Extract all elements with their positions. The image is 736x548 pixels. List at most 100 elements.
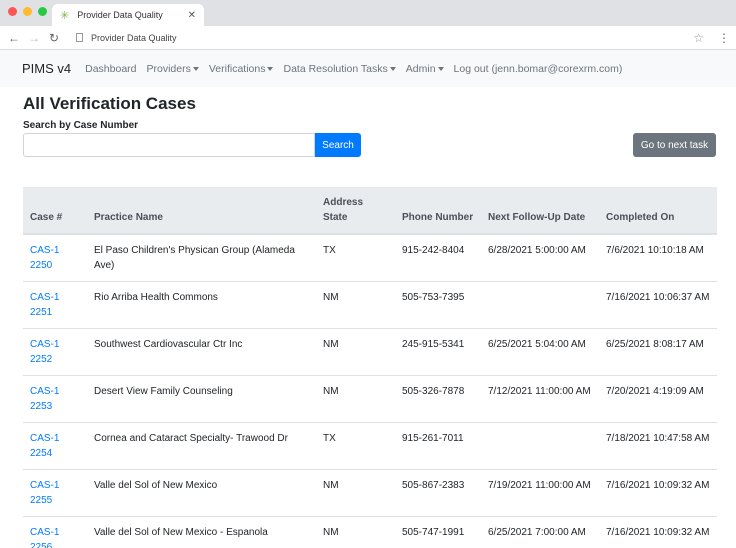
cell-address-state: NM (316, 281, 395, 329)
cell-phone-number: 505-326-7878 (395, 375, 481, 423)
browser-tab[interactable]: ✳ Provider Data Quality ✕ (52, 4, 204, 26)
window-controls (8, 7, 47, 16)
cell-phone-number: 915-261-7011 (395, 422, 481, 470)
reload-icon[interactable]: ↻ (46, 31, 62, 45)
header-address-state[interactable]: Address State (316, 187, 395, 235)
case-link[interactable]: CAS-12251 (30, 290, 60, 320)
case-link[interactable]: CAS-12254 (30, 431, 60, 461)
cell-next-followup-date: 6/28/2021 5:00:00 AM (481, 233, 599, 282)
search-label: Search by Case Number (23, 120, 139, 131)
cell-phone-number: 915-242-8404 (395, 233, 481, 282)
cell-phone-number: 505-867-2383 (395, 469, 481, 517)
cell-next-followup-date: 6/25/2021 5:04:00 AM (481, 328, 599, 376)
cell-completed-on: 6/25/2021 8:08:17 AM (599, 328, 717, 376)
cell-next-followup-date: 7/19/2021 11:00:00 AM (481, 469, 599, 517)
minimize-window-button[interactable] (23, 7, 32, 16)
tab-close-icon[interactable]: ✕ (188, 10, 196, 21)
cell-address-state: TX (316, 422, 395, 470)
caret-down-icon (389, 66, 396, 71)
nav-providers-label: Providers (146, 62, 191, 75)
case-link[interactable]: CAS-12253 (30, 384, 60, 414)
cell-completed-on: 7/16/2021 10:09:32 AM (599, 469, 717, 517)
nav-dashboard-label: Dashboard (85, 62, 137, 75)
nav-admin-label: Admin (405, 62, 436, 75)
cell-next-followup-date: 6/25/2021 7:00:00 AM (481, 516, 599, 548)
browser-menu-icon[interactable]: ⋮ (718, 31, 730, 45)
search-row: Search Go to next task (23, 133, 716, 157)
address-bar[interactable]: Provider Data Quality (76, 33, 177, 43)
table-row: CAS-12255 Valle del Sol of New Mexico NM… (23, 469, 717, 517)
header-case-number[interactable]: Case # (23, 187, 87, 235)
case-link[interactable]: CAS-12250 (30, 243, 60, 273)
main-content: All Verification Cases Search by Case Nu… (0, 94, 736, 548)
cell-next-followup-date: 7/12/2021 11:00:00 AM (481, 375, 599, 423)
cell-practice-name: Desert View Family Counseling (87, 375, 316, 423)
cell-practice-name: El Paso Children's Physican Group (Alame… (87, 233, 316, 282)
tab-title: Provider Data Quality (77, 10, 163, 20)
app-navbar: PIMS v4 Dashboard Providers Verification… (0, 50, 736, 87)
cell-address-state: NM (316, 328, 395, 376)
case-number-search-input[interactable] (23, 133, 315, 157)
table-header-row: Case # Practice Name Address State Phone… (23, 187, 717, 235)
cell-case-number: CAS-12250 (23, 233, 87, 282)
close-window-button[interactable] (8, 7, 17, 16)
cell-case-number: CAS-12256 (23, 516, 87, 548)
cell-address-state: NM (316, 469, 395, 517)
nav-logout-label: Log out (jenn.bomar@corexrm.com) (453, 62, 623, 75)
page-title: All Verification Cases (23, 94, 196, 113)
caret-down-icon (192, 66, 199, 71)
table-row: CAS-12256 Valle del Sol of New Mexico - … (23, 516, 717, 548)
cell-case-number: CAS-12253 (23, 375, 87, 423)
forward-arrow-icon[interactable]: → (26, 31, 42, 45)
cell-completed-on: 7/18/2021 10:47:58 AM (599, 422, 717, 470)
nav-dashboard[interactable]: Dashboard (85, 63, 136, 75)
cell-completed-on: 7/16/2021 10:06:37 AM (599, 281, 717, 329)
header-phone-number[interactable]: Phone Number (395, 187, 481, 235)
bookmark-star-icon[interactable]: ☆ (693, 31, 704, 45)
app-brand[interactable]: PIMS v4 (22, 61, 71, 76)
nav-logout[interactable]: Log out (jenn.bomar@corexrm.com) (454, 63, 623, 75)
cell-practice-name: Cornea and Cataract Specialty- Trawood D… (87, 422, 316, 470)
cell-phone-number: 245-915-5341 (395, 328, 481, 376)
case-link[interactable]: CAS-12256 (30, 525, 60, 548)
page-document-icon (76, 33, 83, 42)
nav-verifications[interactable]: Verifications (209, 63, 274, 75)
table-row: CAS-12253 Desert View Family Counseling … (23, 375, 717, 423)
caret-down-icon (437, 66, 444, 71)
table-row: CAS-12251 Rio Arriba Health Commons NM 5… (23, 281, 717, 329)
search-button[interactable]: Search (315, 133, 361, 157)
cell-next-followup-date (481, 422, 599, 470)
cell-phone-number: 505-747-1991 (395, 516, 481, 548)
cell-completed-on: 7/20/2021 4:19:09 AM (599, 375, 717, 423)
cell-case-number: CAS-12252 (23, 328, 87, 376)
back-arrow-icon[interactable]: ← (6, 31, 22, 45)
header-completed-on[interactable]: Completed On (599, 187, 717, 235)
cell-address-state: NM (316, 516, 395, 548)
maximize-window-button[interactable] (38, 7, 47, 16)
cell-practice-name: Southwest Cardiovascular Ctr Inc (87, 328, 316, 376)
nav-data-resolution-tasks[interactable]: Data Resolution Tasks (283, 62, 396, 75)
cell-practice-name: Valle del Sol of New Mexico - Espanola (87, 516, 316, 548)
nav-data-resolution-tasks-label: Data Resolution Tasks (283, 62, 388, 75)
cell-address-state: TX (316, 233, 395, 282)
verification-cases-table: Case # Practice Name Address State Phone… (23, 187, 717, 548)
caret-down-icon (267, 66, 274, 71)
cell-case-number: CAS-12254 (23, 422, 87, 470)
case-link[interactable]: CAS-12252 (30, 337, 60, 367)
browser-tab-strip: ✳ Provider Data Quality ✕ (0, 0, 736, 26)
go-to-next-task-button[interactable]: Go to next task (633, 133, 716, 157)
case-link[interactable]: CAS-12255 (30, 478, 60, 508)
table-row: CAS-12250 El Paso Children's Physican Gr… (23, 233, 717, 282)
cell-case-number: CAS-12251 (23, 281, 87, 329)
header-next-followup-date[interactable]: Next Follow-Up Date (481, 187, 599, 235)
nav-admin[interactable]: Admin (406, 63, 444, 75)
cell-completed-on: 7/16/2021 10:09:32 AM (599, 516, 717, 548)
table-row: CAS-12252 Southwest Cardiovascular Ctr I… (23, 328, 717, 376)
cell-phone-number: 505-753-7395 (395, 281, 481, 329)
nav-verifications-label: Verifications (208, 62, 266, 75)
cell-case-number: CAS-12255 (23, 469, 87, 517)
cell-practice-name: Valle del Sol of New Mexico (87, 469, 316, 517)
cell-next-followup-date (481, 281, 599, 329)
header-practice-name[interactable]: Practice Name (87, 187, 316, 235)
nav-providers[interactable]: Providers (147, 63, 199, 75)
